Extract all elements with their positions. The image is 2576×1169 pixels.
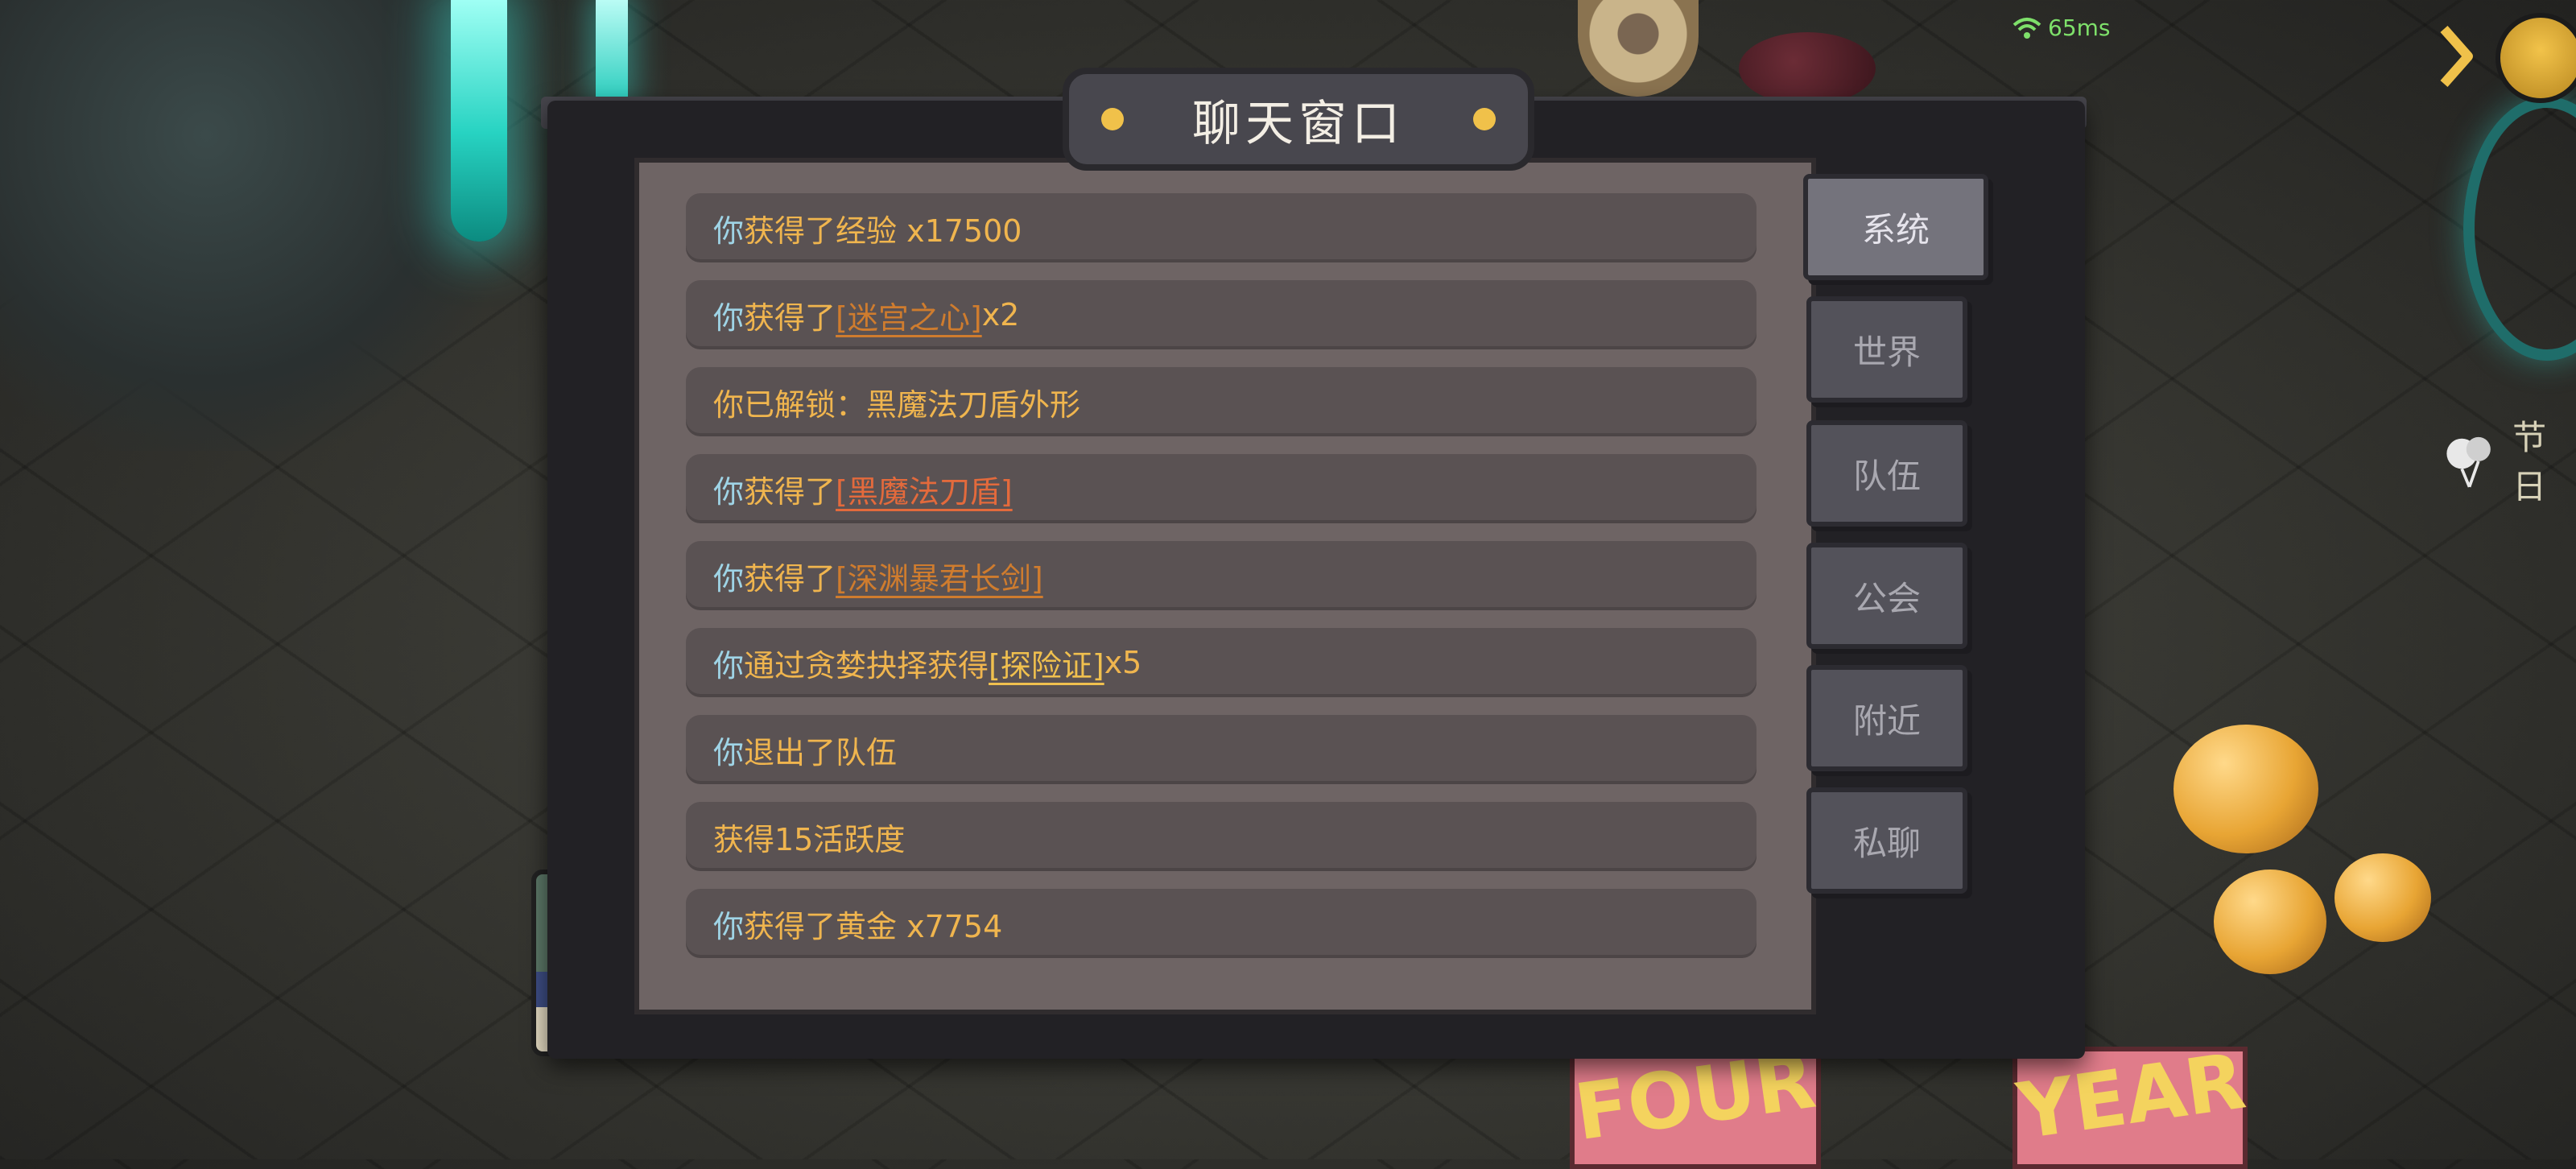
chat-message: 你获得了 [深渊暴君长剑]	[686, 541, 1757, 610]
message-sender: 你	[713, 473, 745, 510]
message-text: 获得了	[744, 560, 836, 597]
network-ping: 65ms	[2013, 14, 2111, 41]
celebration-banner: YEAR	[2013, 1036, 2251, 1169]
tab-system[interactable]: 系统	[1803, 174, 1988, 280]
teal-portal-ring	[2463, 97, 2576, 361]
balloon-decoration	[2214, 870, 2326, 974]
message-sender: 你	[713, 647, 745, 684]
balloon-decoration	[2174, 725, 2318, 853]
chat-window-title-plate: 聊天窗口	[1063, 68, 1534, 171]
chat-message: 你已解锁：黑魔法刀盾外形	[686, 367, 1757, 436]
chevron-right-icon[interactable]	[2439, 24, 2475, 89]
item-link[interactable]: [迷宫之心]	[836, 293, 982, 337]
chat-message: 获得15活跃度	[686, 802, 1757, 871]
tab-world[interactable]: 世界	[1806, 296, 1967, 403]
message-text: 获得了	[744, 299, 836, 336]
bronze-dial-decoration	[1578, 0, 1699, 97]
title-ornament-dot	[1101, 108, 1124, 130]
message-text: 你已解锁：黑魔法刀盾外形	[713, 386, 1081, 423]
festival-entry-button[interactable]: 节日	[2439, 411, 2576, 509]
message-text: 获得了黄金 x7754	[744, 908, 1003, 944]
message-sender: 你	[713, 299, 745, 336]
glowing-crystal-tube	[596, 0, 628, 97]
item-link[interactable]: [深渊暴君长剑]	[836, 554, 1043, 598]
festival-label: 节日	[2512, 418, 2547, 506]
message-sender: 你	[713, 908, 745, 944]
message-sender: 你	[713, 734, 745, 770]
glowing-crystal-tube	[451, 0, 507, 242]
chat-message: 你获得了 [黑魔法刀盾]	[686, 454, 1757, 523]
item-link[interactable]: [探险证]	[989, 641, 1104, 685]
message-quantity: x5	[1104, 645, 1142, 680]
tab-nearby[interactable]: 附近	[1806, 665, 1967, 771]
message-quantity: x2	[981, 297, 1020, 333]
chat-window-title: 聊天窗口	[1192, 95, 1405, 152]
message-text: 通过贪婪抉择获得	[744, 647, 989, 684]
message-text: 获得15活跃度	[713, 821, 906, 857]
red-bush-decoration	[1739, 32, 1876, 105]
message-sender: 你	[713, 560, 745, 597]
message-text: 退出了队伍	[744, 734, 898, 770]
chat-message: 你获得了黄金 x7754	[686, 889, 1757, 958]
ping-value: 65ms	[2048, 14, 2111, 41]
title-ornament-dot	[1473, 108, 1496, 130]
chat-message: 你获得了 [迷宫之心] x2	[686, 280, 1757, 349]
celebration-banner: FOUR	[1570, 1035, 1821, 1169]
festival-balloons-icon	[2446, 436, 2491, 488]
tab-private[interactable]: 私聊	[1806, 787, 1967, 894]
scene-left-structure	[0, 0, 515, 451]
message-sender: 你	[713, 213, 745, 249]
player-avatar-button[interactable]	[2496, 13, 2576, 103]
message-text: 获得了	[744, 473, 836, 510]
balloon-decoration	[2334, 853, 2431, 942]
tab-team[interactable]: 队伍	[1806, 420, 1967, 527]
wifi-icon	[2013, 17, 2041, 39]
chat-message: 你通过贪婪抉择获得 [探险证] x5	[686, 628, 1757, 697]
item-link[interactable]: [黑魔法刀盾]	[836, 467, 1013, 511]
tab-guild[interactable]: 公会	[1806, 543, 1967, 649]
message-text: 获得了经验 x17500	[744, 213, 1022, 249]
chat-message: 你退出了队伍	[686, 715, 1757, 784]
chat-message: 你获得了经验 x17500	[686, 193, 1757, 262]
